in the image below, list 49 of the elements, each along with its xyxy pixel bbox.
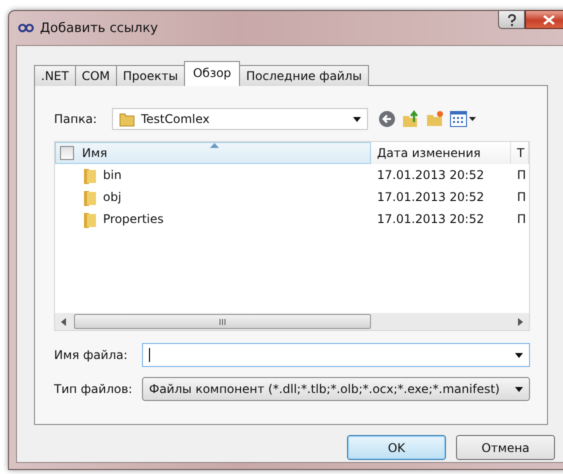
tab[interactable]: Последние файлы <box>239 65 369 86</box>
file-name[interactable]: obj <box>103 190 122 204</box>
select-all-checkbox[interactable] <box>60 146 74 160</box>
file-name-field[interactable] <box>142 343 530 367</box>
column-header[interactable]: Дата изменения <box>371 142 511 164</box>
scrollbar-thumb[interactable] <box>74 314 371 329</box>
column-header[interactable]: Т <box>511 142 529 164</box>
caret-icon <box>515 386 523 392</box>
help-button[interactable] <box>498 10 525 29</box>
view-menu-icon[interactable] <box>450 111 476 127</box>
back-icon[interactable] <box>378 110 396 128</box>
table-cell-text: П <box>516 190 528 204</box>
column-title: Имя <box>82 146 108 160</box>
folder-icon <box>83 166 97 184</box>
ok-button[interactable]: OK <box>347 435 446 460</box>
folder-icon <box>83 210 97 228</box>
table-cell-text: П <box>516 212 528 226</box>
folder-icon <box>119 111 135 127</box>
folder-dropdown[interactable]: TestComlex <box>112 108 368 130</box>
folder-icon <box>83 188 97 206</box>
horizontal-scrollbar[interactable] <box>55 313 529 330</box>
cancel-button[interactable]: Отмена <box>456 435 555 460</box>
link-icon <box>18 23 34 33</box>
file-type-label: Тип файлов: <box>54 382 134 396</box>
text-cursor <box>149 348 150 362</box>
file-type-dropdown[interactable]: Файлы компонент (*.dll;*.tlb;*.olb;*.ocx;*.exe;*.manifest) <box>142 377 530 401</box>
tab[interactable]: Обзор <box>184 61 240 86</box>
new-folder-icon[interactable] <box>426 110 444 128</box>
file-name[interactable]: bin <box>103 168 122 182</box>
window-title: Добавить ссылку <box>40 20 158 36</box>
date-cell-text: 17.01.2013 20:52 <box>376 190 486 204</box>
folder-up-icon[interactable] <box>402 110 420 128</box>
close-icon <box>542 14 554 24</box>
file-name[interactable]: Properties <box>103 212 164 226</box>
name-column-header[interactable]: Имя <box>55 142 371 164</box>
question-mark-icon <box>506 14 516 26</box>
folder-label: Папка: <box>54 112 98 126</box>
tab[interactable]: COM <box>74 65 117 86</box>
scroll-left-icon[interactable] <box>61 318 66 326</box>
caret-icon <box>353 116 361 122</box>
tab[interactable]: Проекты <box>116 65 185 86</box>
close-button[interactable] <box>525 10 563 29</box>
tab[interactable]: .NET <box>34 65 76 86</box>
date-cell-text: 17.01.2013 20:52 <box>376 212 486 226</box>
file-name-label: Имя файла: <box>54 348 129 362</box>
caret-icon <box>515 352 523 358</box>
scroll-right-icon[interactable] <box>518 318 523 326</box>
date-cell-text: 17.01.2013 20:52 <box>376 168 486 182</box>
table-cell-text: П <box>516 168 528 182</box>
